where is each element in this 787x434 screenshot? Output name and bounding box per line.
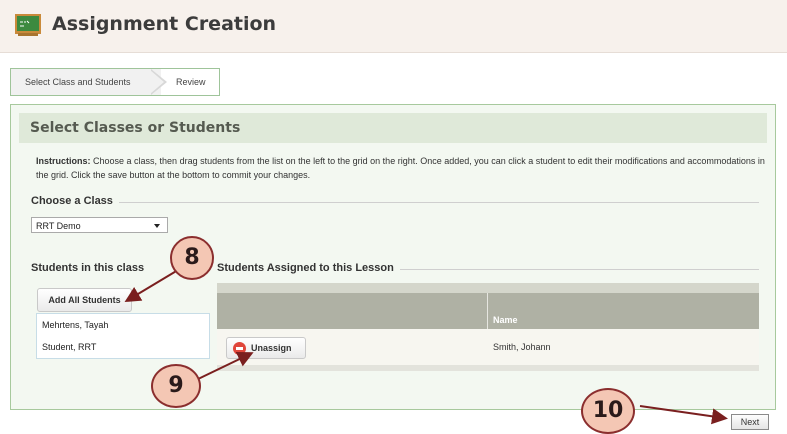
step-separator-inner — [150, 70, 164, 94]
panel-title: Select Classes or Students — [30, 120, 241, 136]
callout-9: 9 — [151, 364, 201, 408]
class-select-value: RRT Demo — [36, 221, 81, 231]
instructions-text: Choose a class, then drag students from … — [36, 156, 765, 180]
grid-column-divider — [487, 293, 488, 329]
add-all-students-button[interactable]: Add All Students — [37, 288, 132, 312]
step-label: Select Class and Students — [25, 77, 131, 87]
list-item[interactable]: Student, RRT — [37, 336, 209, 358]
instructions-label: Instructions: — [36, 156, 91, 166]
wizard-steps: Select Class and Students Review — [10, 68, 220, 96]
callout-10: 10 — [581, 388, 635, 434]
class-select[interactable]: RRT Demo — [31, 217, 168, 233]
step-review[interactable]: Review — [176, 69, 220, 95]
assigned-legend: Students Assigned to this Lesson — [217, 262, 400, 274]
chevron-down-icon — [154, 224, 160, 228]
chalkboard-icon — [15, 14, 41, 36]
list-item[interactable]: Mehrtens, Tayah — [37, 314, 209, 336]
table-row[interactable]: Unassign Smith, Johann — [217, 329, 759, 365]
unassign-label: Unassign — [251, 343, 292, 353]
divider — [111, 202, 759, 203]
step-label: Review — [176, 77, 206, 87]
next-button[interactable]: Next — [731, 414, 769, 430]
student-list: Mehrtens, Tayah Student, RRT — [36, 313, 210, 359]
choose-class-legend: Choose a Class — [31, 195, 119, 207]
panel-header: Select Classes or Students — [19, 113, 767, 143]
page-title: Assignment Creation — [52, 13, 277, 35]
step-select-class[interactable]: Select Class and Students — [11, 69, 161, 95]
page-header: Assignment Creation — [0, 0, 787, 53]
select-panel: Select Classes or Students Instructions:… — [10, 104, 776, 410]
remove-icon — [233, 342, 246, 355]
column-header-name[interactable]: Name — [493, 315, 518, 325]
student-name-cell: Smith, Johann — [493, 342, 551, 352]
callout-8: 8 — [170, 236, 214, 280]
unassign-button[interactable]: Unassign — [226, 337, 306, 359]
grid-header — [217, 293, 759, 329]
instructions: Instructions: Choose a class, then drag … — [36, 154, 766, 182]
assigned-grid: Name Unassign Smith, Johann — [217, 283, 759, 371]
grid-toolbar — [217, 283, 759, 293]
students-legend: Students in this class — [31, 262, 151, 274]
divider — [391, 269, 759, 270]
